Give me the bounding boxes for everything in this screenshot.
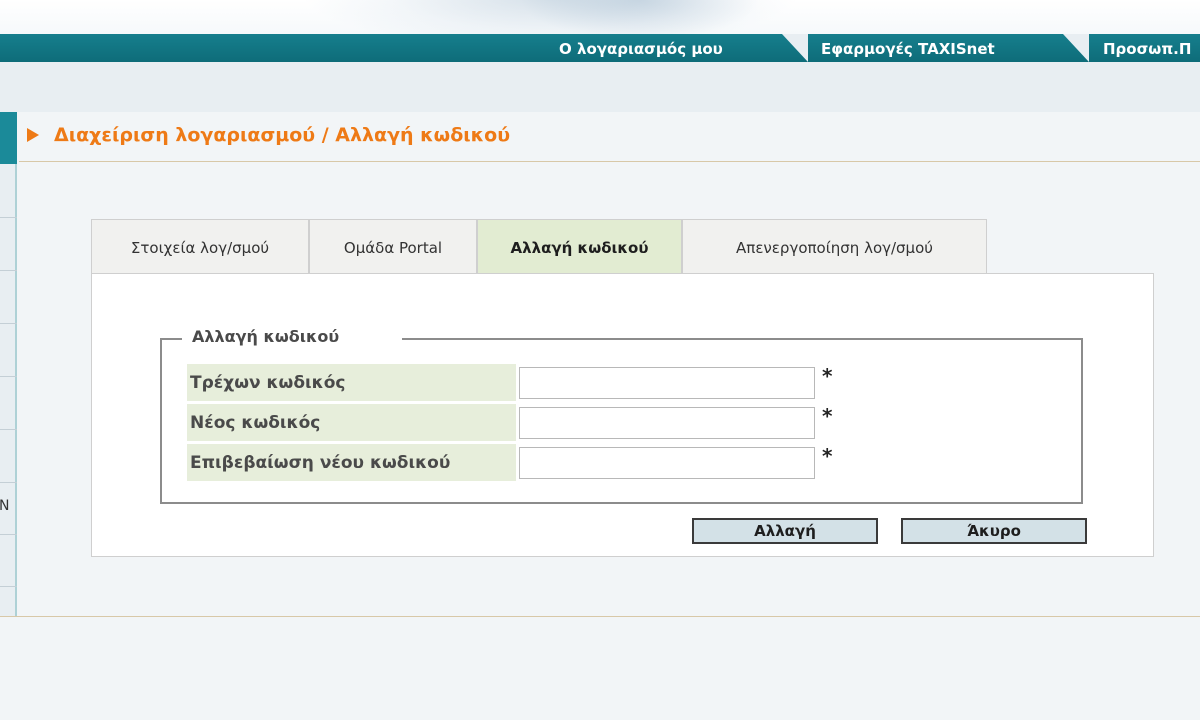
sidebar-active-item[interactable]: [0, 112, 17, 164]
cancel-button[interactable]: Άκυρο: [901, 518, 1087, 544]
arrow-right-icon: [27, 128, 39, 142]
fieldset-legend: Αλλαγή κωδικού: [190, 327, 342, 346]
new-password-input[interactable]: [519, 407, 815, 439]
sidebar-divider: [0, 586, 17, 587]
nav-item-personal[interactable]: Προσωπ.Π: [1087, 34, 1200, 62]
sidebar-item-label[interactable]: Ν: [0, 498, 9, 514]
nav-tab-notch: [782, 34, 808, 62]
sub-header-bar: [0, 62, 1200, 112]
required-asterisk: *: [822, 444, 833, 468]
tab-portal-group[interactable]: Ομάδα Portal: [309, 219, 477, 274]
nav-item-my-account[interactable]: Ο λογαριασμός μου: [545, 34, 807, 62]
required-asterisk: *: [822, 364, 833, 388]
sidebar-divider: [0, 270, 17, 271]
sidebar-divider: [0, 376, 17, 377]
top-navigation: Ο λογαριασμός μου Εφαρμογές TAXISnet Προ…: [0, 34, 1200, 62]
change-password-button[interactable]: Αλλαγή: [692, 518, 878, 544]
new-password-label: Νέος κωδικός: [187, 404, 516, 441]
nav-item-taxisnet-apps[interactable]: Εφαρμογές TAXISnet: [807, 34, 1087, 62]
current-password-label: Τρέχων κωδικός: [187, 364, 516, 401]
fieldset-border: [402, 338, 1083, 340]
sidebar-divider: [0, 482, 17, 483]
page-title: Διαχείριση λογαριασμού / Αλλαγή κωδικού: [54, 124, 511, 146]
tab-deactivate-account[interactable]: Απενεργοποίηση λογ/σμού: [682, 219, 987, 274]
sidebar-divider: [0, 429, 17, 430]
sidebar-divider: [0, 217, 17, 218]
sidebar-divider: [0, 534, 17, 535]
current-password-input[interactable]: [519, 367, 815, 399]
required-asterisk: *: [822, 404, 833, 428]
tab-account-details[interactable]: Στοιχεία λογ/σμού: [91, 219, 309, 274]
header-banner: [0, 0, 1200, 34]
fieldset-border: [160, 338, 182, 340]
page-title-row: Διαχείριση λογαριασμού / Αλλαγή κωδικού: [19, 112, 1200, 162]
confirm-password-label: Επιβεβαίωση νέου κωδικού: [187, 444, 516, 481]
confirm-password-input[interactable]: [519, 447, 815, 479]
content-divider: [0, 616, 1200, 617]
sidebar-divider: [0, 323, 17, 324]
left-sidebar-strip: [0, 112, 17, 616]
tab-change-password[interactable]: Αλλαγή κωδικού: [477, 219, 682, 274]
nav-tab-notch: [1063, 34, 1089, 62]
